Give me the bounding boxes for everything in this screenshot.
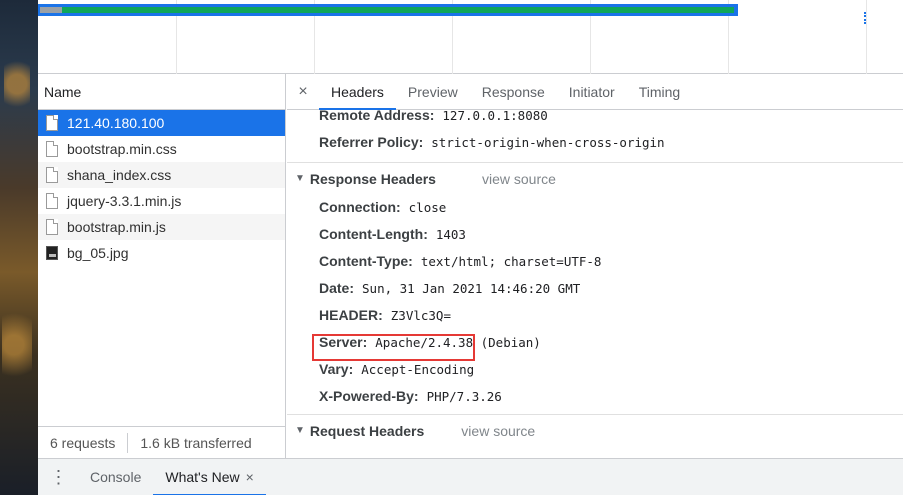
tab-label: What's New <box>165 468 240 485</box>
header-key: Content-Type: <box>319 253 413 269</box>
request-row[interactable]: bootstrap.min.css <box>38 136 285 162</box>
view-source-link[interactable]: view source <box>482 171 556 187</box>
request-row[interactable]: bg_05.jpg <box>38 240 285 266</box>
header-value: strict-origin-when-cross-origin <box>431 135 665 150</box>
header-key: Content-Length: <box>319 226 428 242</box>
bottom-drawer: ⋮ Console What's New × <box>38 458 903 495</box>
header-key: Remote Address: <box>319 107 435 123</box>
header-row: Remote Address: 127.0.0.1:8080 <box>287 102 903 129</box>
header-row: Referrer Policy: strict-origin-when-cros… <box>287 129 903 156</box>
overview-download-segment <box>62 7 734 13</box>
overview-load-marker <box>864 12 866 24</box>
request-name: bg_05.jpg <box>67 245 129 261</box>
header-row: Connection: close <box>287 194 903 221</box>
request-name: 121.40.180.100 <box>67 115 165 131</box>
request-name: bootstrap.min.js <box>67 219 166 235</box>
request-count: 6 requests <box>50 434 116 451</box>
status-bar: 6 requests 1.6 kB transferred <box>38 426 285 458</box>
request-detail-panel: × Headers Preview Response Initiator Tim… <box>287 74 903 458</box>
tab-console[interactable]: Console <box>78 459 153 495</box>
expand-triangle-icon[interactable]: ▼ <box>295 425 305 436</box>
close-icon[interactable]: × <box>287 83 319 101</box>
network-overview[interactable] <box>38 0 903 74</box>
response-headers-section[interactable]: ▼ Response Headers view source <box>287 162 903 194</box>
overview-gridline <box>866 0 867 74</box>
header-row: X-Powered-By: PHP/7.3.26 <box>287 383 903 410</box>
expand-triangle-icon[interactable]: ▼ <box>295 173 305 184</box>
document-icon <box>46 219 58 235</box>
image-icon <box>46 246 58 260</box>
document-icon <box>46 167 58 183</box>
header-key: X-Powered-By: <box>319 388 419 404</box>
header-key: Date: <box>319 280 355 296</box>
view-source-link[interactable]: view source <box>461 423 535 439</box>
section-title: Request Headers <box>309 422 425 439</box>
header-key: Connection: <box>319 199 401 215</box>
header-key: HEADER: <box>319 307 383 323</box>
header-row: Content-Length: 1403 <box>287 221 903 248</box>
request-row[interactable]: bootstrap.min.js <box>38 214 285 240</box>
request-name: shana_index.css <box>67 167 172 183</box>
document-icon <box>46 115 58 131</box>
tab-whats-new[interactable]: What's New × <box>153 459 267 495</box>
header-key: Referrer Policy: <box>319 134 424 150</box>
more-options-icon[interactable]: ⋮ <box>38 467 78 488</box>
section-title: Response Headers <box>309 170 436 187</box>
header-row: Content-Type: text/html; charset=UTF-8 <box>287 248 903 275</box>
request-name: bootstrap.min.css <box>67 141 177 157</box>
header-value: PHP/7.3.26 <box>426 389 502 404</box>
overview-waiting-segment <box>40 7 62 13</box>
request-headers-section[interactable]: ▼ Request Headers view source <box>287 414 903 446</box>
header-value: close <box>408 200 447 215</box>
headers-content: Remote Address: 127.0.0.1:8080 Referrer … <box>287 102 903 446</box>
annotation-highlight-box <box>312 334 475 361</box>
header-value: Sun, 31 Jan 2021 14:46:20 GMT <box>362 281 581 296</box>
request-list-panel: Name 121.40.180.100 bootstrap.min.css sh… <box>38 74 286 458</box>
request-row[interactable]: 121.40.180.100 <box>38 110 285 136</box>
header-value: 127.0.0.1:8080 <box>442 108 548 123</box>
header-value: 1403 <box>435 227 466 242</box>
background-image-strip <box>0 0 38 495</box>
document-icon <box>46 141 58 157</box>
request-name: jquery-3.3.1.min.js <box>67 193 182 209</box>
close-icon[interactable]: × <box>246 469 254 485</box>
request-row[interactable]: shana_index.css <box>38 162 285 188</box>
transferred-size: 1.6 kB transferred <box>140 434 252 451</box>
document-icon <box>46 193 58 209</box>
request-row[interactable]: jquery-3.3.1.min.js <box>38 188 285 214</box>
header-row-highlighted: HEADER: Z3Vlc3Q= <box>287 302 903 329</box>
header-value: text/html; charset=UTF-8 <box>420 254 602 269</box>
header-value: Z3Vlc3Q= <box>390 308 451 323</box>
header-row: Date: Sun, 31 Jan 2021 14:46:20 GMT <box>287 275 903 302</box>
name-column-header[interactable]: Name <box>38 74 285 110</box>
